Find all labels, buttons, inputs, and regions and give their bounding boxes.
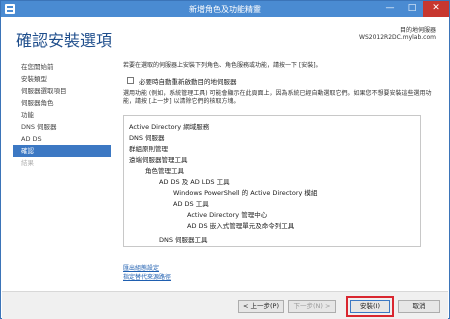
nav-item-installation-type[interactable]: 安裝類型	[13, 73, 111, 85]
install-button-highlight	[346, 296, 394, 317]
feature-item: 角色管理工具	[145, 167, 184, 175]
intro-text: 若要在選取的伺服器上安裝下列角色、角色服務或功能，請按一下 [安裝]。	[123, 62, 322, 69]
feature-item: AD DS 及 AD LDS 工具	[159, 178, 230, 186]
feature-item: AD DS 工具	[173, 200, 209, 208]
destination-server-label: 目的地伺服器	[399, 27, 436, 34]
next-button: 下一步(N) >	[288, 300, 336, 313]
feature-item: 群組原則管理	[129, 145, 168, 153]
page-title: 確認安裝選項	[16, 31, 113, 50]
feature-item: Active Directory 管理中心	[187, 211, 268, 219]
wizard-window: 新增角色及功能精靈 — □ ✕ 確認安裝選項 目的地伺服器 WS2012R2DC…	[0, 0, 450, 319]
nav-item-confirmation[interactable]: 確認	[13, 145, 111, 157]
feature-list: Active Directory 網域服務 DNS 伺服器 群組原則管理 遠端伺…	[123, 115, 421, 247]
previous-button[interactable]: < 上一步(P)	[238, 300, 284, 313]
optional-features-note: 選用功能 (例如，系統管理工具) 可能會顯示在此頁面上，因為系統已經自動選取它們…	[123, 90, 432, 105]
alternate-source-path-link[interactable]: 指定替代來源路徑	[123, 272, 171, 281]
nav-item-server-selection[interactable]: 伺服器選取項目	[13, 85, 111, 97]
maximize-button[interactable]: □	[401, 1, 423, 17]
nav-item-dns-server[interactable]: DNS 伺服器	[13, 121, 111, 133]
wizard-footer: < 上一步(P) 下一步(N) > 安裝(I) 取消	[2, 291, 448, 319]
restart-checkbox-label[interactable]: 必要時自動重新啟動目的地伺服器	[139, 76, 237, 86]
feature-item: AD DS 嵌入式管理單元及命令列工具	[187, 222, 295, 230]
feature-item: Active Directory 網域服務	[129, 123, 210, 131]
minimize-button[interactable]: —	[379, 1, 401, 17]
cancel-button[interactable]: 取消	[398, 300, 440, 313]
wizard-header: 確認安裝選項 目的地伺服器 WS2012R2DC.mylab.com	[2, 17, 448, 59]
confirmation-content: 若要在選取的伺服器上安裝下列角色、角色服務或功能，請按一下 [安裝]。 必要時自…	[123, 61, 435, 105]
close-button[interactable]: ✕	[423, 1, 449, 17]
feature-item: DNS 伺服器	[129, 134, 165, 142]
nav-item-features[interactable]: 功能	[13, 109, 111, 121]
title-bar[interactable]: 新增角色及功能精靈 — □ ✕	[1, 1, 449, 17]
nav-item-before-you-begin[interactable]: 在您開始前	[13, 61, 111, 73]
nav-item-server-roles[interactable]: 伺服器角色	[13, 97, 111, 109]
feature-item: DNS 伺服器工具	[159, 236, 208, 244]
feature-item: 遠端伺服器管理工具	[129, 156, 188, 164]
nav-item-ad-ds[interactable]: AD DS	[13, 133, 111, 145]
export-configuration-link[interactable]: 匯出組態設定	[123, 263, 159, 272]
restart-checkbox[interactable]	[127, 77, 134, 84]
destination-server-name: WS2012R2DC.mylab.com	[359, 34, 436, 41]
wizard-steps-nav: 在您開始前 安裝類型 伺服器選取項目 伺服器角色 功能 DNS 伺服器 AD D…	[13, 61, 111, 169]
nav-item-results: 結果	[21, 159, 34, 167]
feature-item: Windows PowerShell 的 Active Directory 模組	[173, 189, 318, 197]
